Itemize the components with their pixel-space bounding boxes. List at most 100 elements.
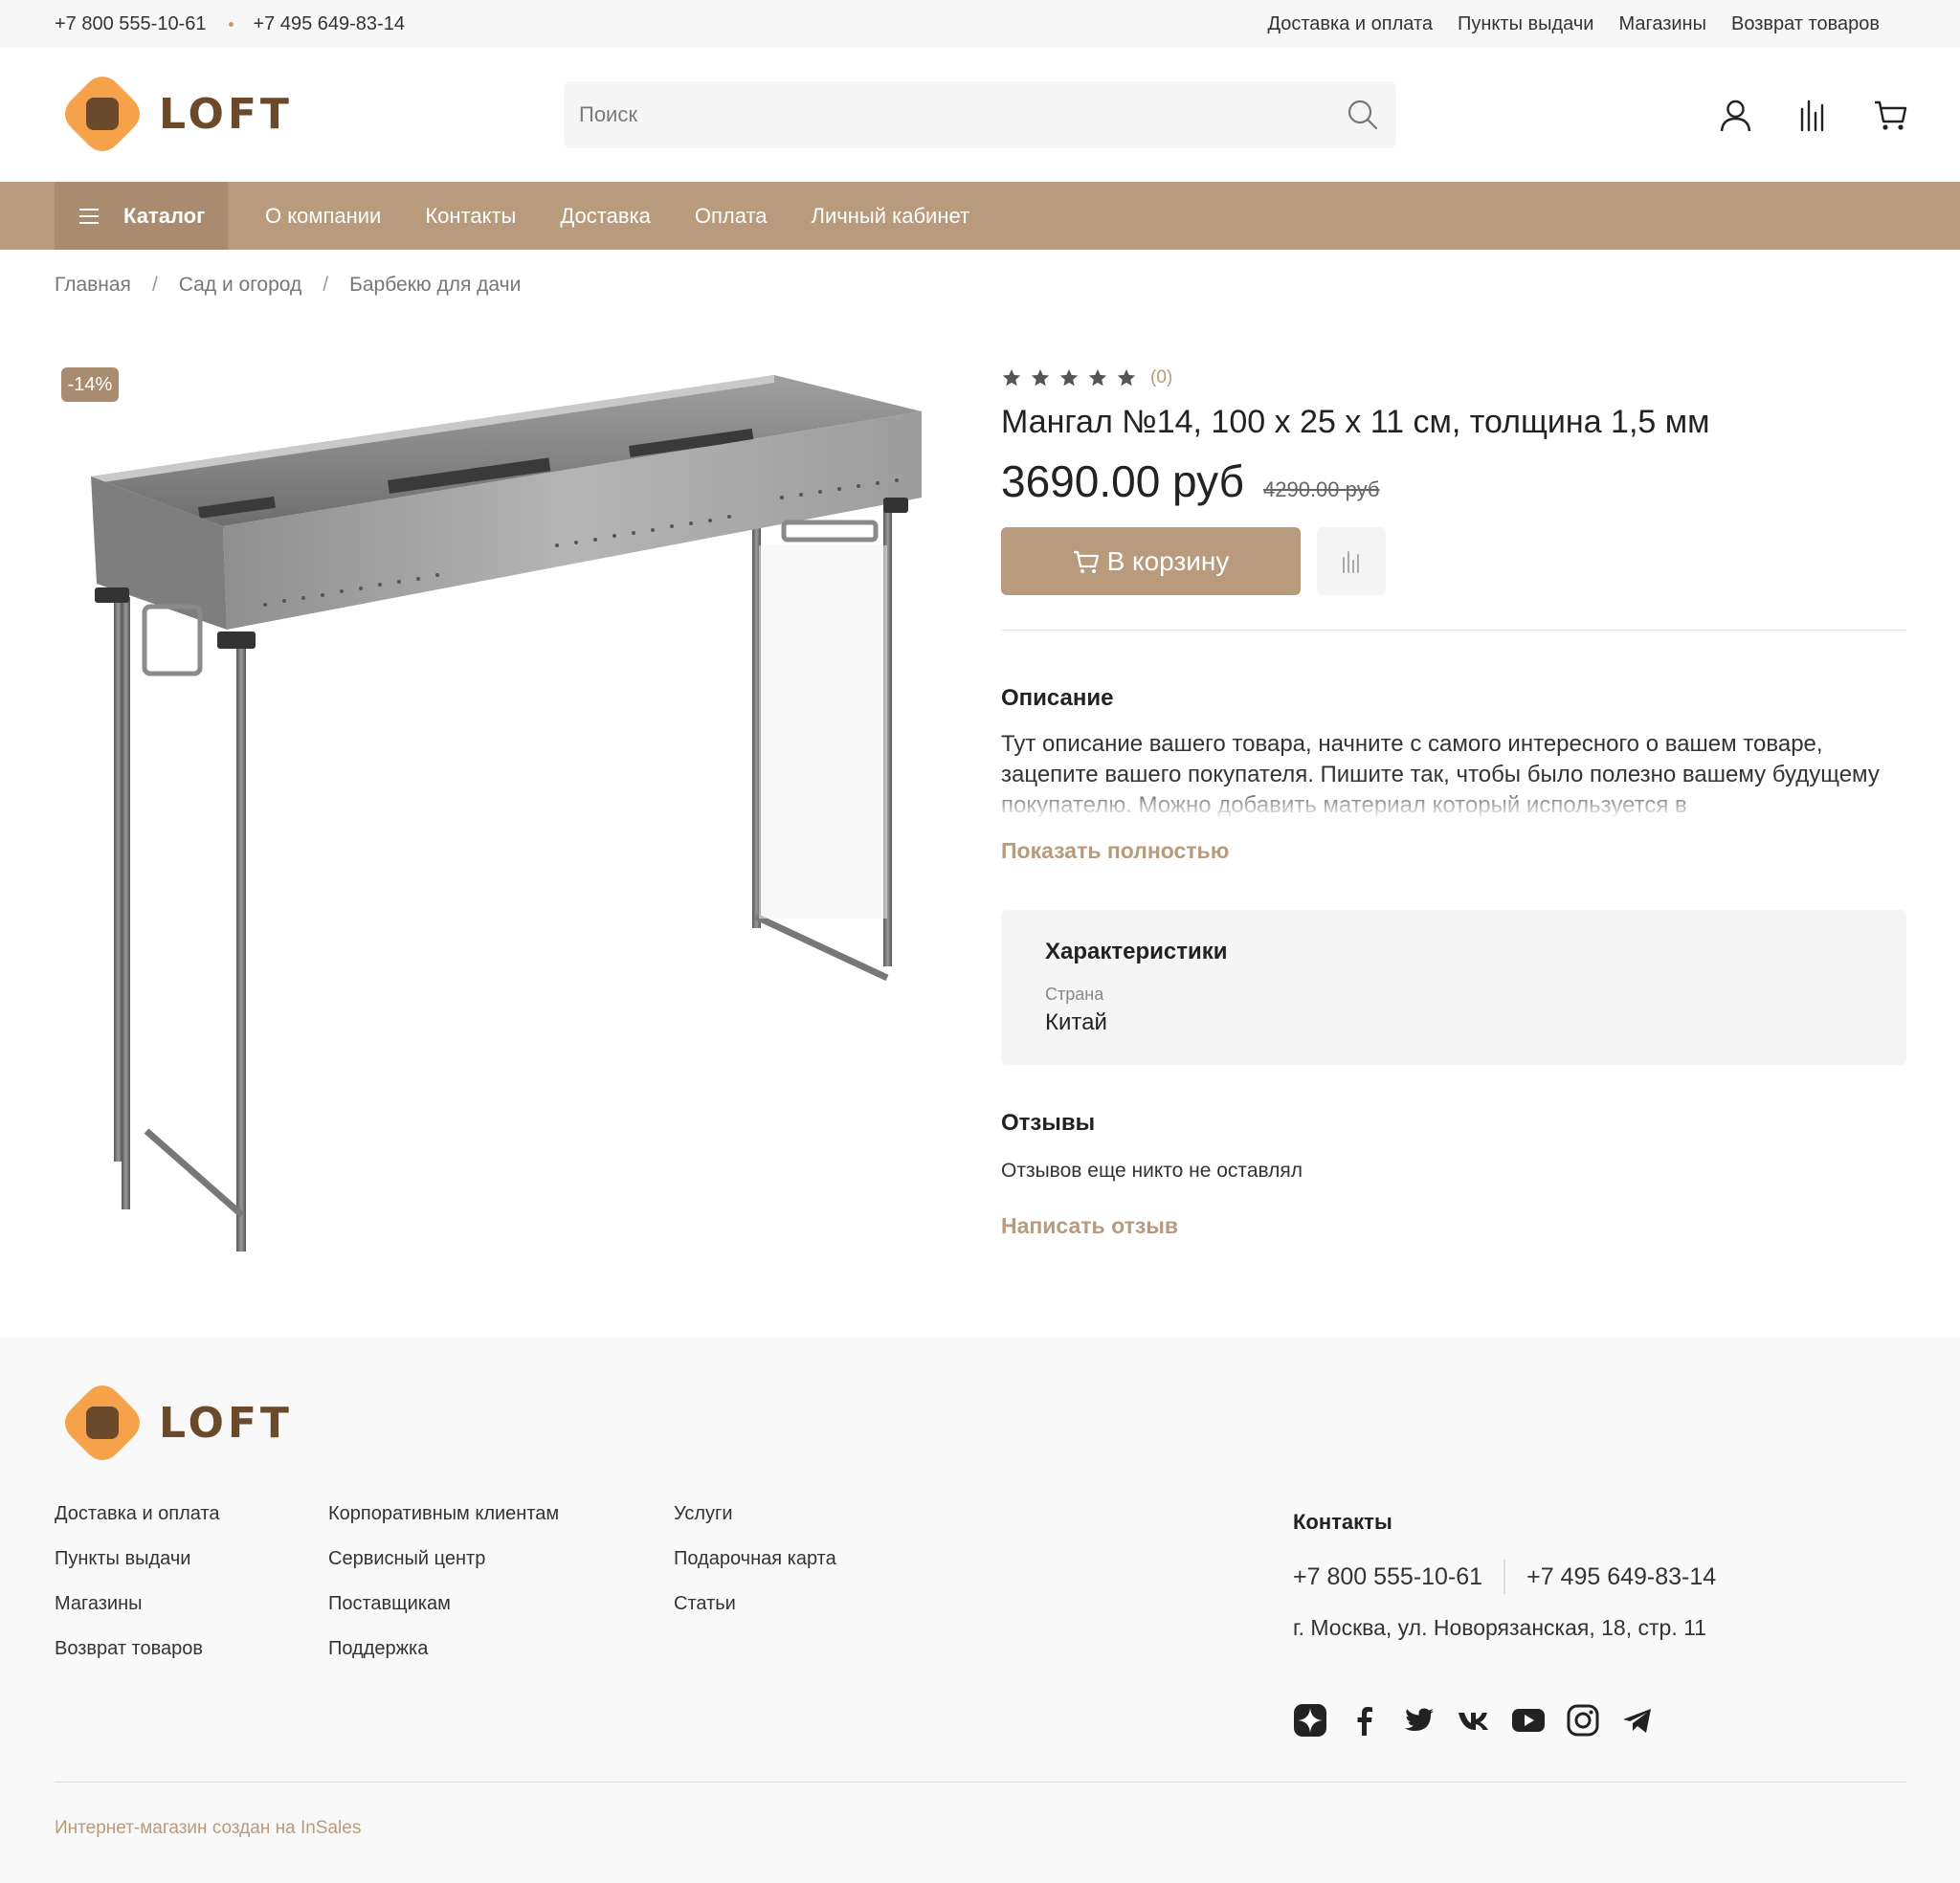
footer-phone-1[interactable]: +7 800 555-10-61 [1293,1563,1482,1591]
breadcrumb: Главная / Сад и огород / Барбекю для дач… [55,274,521,297]
breadcrumb-separator: / [151,274,158,296]
footer-link[interactable]: Корпоративным клиентам [328,1502,559,1525]
header-icons [1718,98,1908,133]
logo-icon [65,77,140,151]
top-link-stores[interactable]: Магазины [1618,13,1706,35]
user-icon[interactable] [1718,98,1753,133]
cart-icon[interactable] [1873,98,1908,133]
footer-link[interactable]: Сервисный центр [328,1547,559,1570]
star-icon [1002,368,1021,387]
compare-icon[interactable] [1795,98,1831,133]
current-price: 3690.00 руб [1001,456,1244,506]
reviews-count[interactable]: (0) [1150,367,1172,388]
header-logo[interactable]: LOFT [63,75,293,153]
footer-divider [55,1782,1906,1783]
top-link-pickup[interactable]: Пункты выдачи [1458,13,1593,35]
footer-link[interactable]: Подарочная карта [674,1547,836,1570]
search-input[interactable] [564,81,1329,148]
product-title: Мангал №14, 100 х 25 х 11 см, толщина 1,… [1001,404,1710,440]
footer-link[interactable]: Пункты выдачи [55,1547,220,1570]
logo-text: LOFT [159,1398,293,1448]
product-image[interactable] [55,354,954,1292]
breadcrumb-home[interactable]: Главная [55,274,131,297]
characteristics-card: Характеристики Страна Китай [1001,910,1906,1065]
discount-badge: -14% [61,367,119,402]
footer-link[interactable]: Магазины [55,1592,220,1615]
description-title: Описание [1001,685,1114,711]
top-bar: +7 800 555-10-61 +7 495 649-83-14 Достав… [0,0,1960,48]
footer-col-3: Услуги Подарочная карта Статьи [674,1502,836,1615]
characteristic-value: Китай [1045,1009,1107,1035]
characteristics-title: Характеристики [1045,939,1228,964]
footer-address: г. Москва, ул. Новорязанская, 18, стр. 1… [1293,1615,1706,1640]
catalog-label: Каталог [123,203,206,228]
nav-item-delivery[interactable]: Доставка [560,204,650,229]
twitter-icon[interactable] [1402,1703,1437,1738]
nav-items: О компании Контакты Доставка Оплата Личн… [265,182,969,250]
nav-item-about[interactable]: О компании [265,204,381,229]
menu-icon [79,208,99,224]
phone-divider [1503,1560,1506,1594]
footer-link[interactable]: Доставка и оплата [55,1502,220,1525]
rating-stars[interactable]: (0) [1001,367,1172,388]
footer-col-2: Корпоративным клиентам Сервисный центр П… [328,1502,559,1660]
nav-item-payment[interactable]: Оплата [695,204,768,229]
breadcrumb-current: Барбекю для дачи [349,274,522,296]
footer-link[interactable]: Возврат товаров [55,1637,220,1660]
footer-phones: +7 800 555-10-61 +7 495 649-83-14 [1293,1560,1716,1594]
phone-separator-dot [229,21,234,27]
add-to-cart-button[interactable]: В корзину [1001,527,1301,595]
insales-credit-link[interactable]: Интернет-магазин создан на InSales [55,1818,361,1839]
nav-item-account[interactable]: Личный кабинет [812,204,970,229]
star-icon [1117,368,1136,387]
breadcrumb-garden[interactable]: Сад и огород [179,274,301,297]
footer-link[interactable]: Статьи [674,1592,836,1615]
divider [1001,630,1906,631]
search-icon[interactable] [1347,99,1379,131]
top-phone-1[interactable]: +7 800 555-10-61 [55,13,206,35]
search-box [564,81,1396,148]
characteristic-label: Страна [1045,985,1104,1004]
nav-item-contacts[interactable]: Контакты [425,204,516,229]
social-links [1293,1703,1655,1738]
footer-contacts: Контакты [1293,1510,1392,1535]
old-price: 4290.00 руб [1263,477,1380,501]
compare-button[interactable] [1317,527,1386,595]
compare-icon [1343,550,1359,573]
facebook-icon[interactable] [1348,1703,1382,1738]
telegram-icon[interactable] [1620,1703,1655,1738]
cart-icon [1073,550,1099,573]
footer-link[interactable]: Поставщикам [328,1592,559,1615]
instagram-icon[interactable] [1566,1703,1600,1738]
main-nav: Каталог О компании Контакты Доставка Опл… [0,182,1960,250]
write-review-link[interactable]: Написать отзыв [1001,1213,1178,1239]
yandex-zen-icon[interactable] [1293,1703,1327,1738]
description-fade [1001,785,1906,819]
logo-text: LOFT [159,89,293,139]
reviews-title: Отзывы [1001,1110,1096,1136]
price-block: 3690.00 руб 4290.00 руб [1001,455,1379,507]
contacts-title: Контакты [1293,1510,1392,1534]
top-links: Доставка и оплата Пункты выдачи Магазины… [1267,0,1880,48]
footer-col-1: Доставка и оплата Пункты выдачи Магазины… [55,1502,220,1660]
star-icon [1031,368,1050,387]
header: LOFT [0,48,1960,182]
show-more-link[interactable]: Показать полностью [1001,838,1229,864]
vk-icon[interactable] [1457,1703,1491,1738]
top-phones: +7 800 555-10-61 +7 495 649-83-14 [55,0,405,48]
breadcrumb-separator: / [323,274,329,296]
top-phone-2[interactable]: +7 495 649-83-14 [253,13,404,35]
footer-link[interactable]: Услуги [674,1502,836,1525]
logo-icon [65,1385,140,1460]
footer-phone-2[interactable]: +7 495 649-83-14 [1526,1563,1716,1591]
catalog-button[interactable]: Каталог [55,182,228,250]
footer-logo[interactable]: LOFT [63,1384,293,1462]
star-icon [1088,368,1107,387]
youtube-icon[interactable] [1511,1703,1546,1738]
reviews-empty-text: Отзывов еще никто не оставлял [1001,1160,1303,1182]
footer-link[interactable]: Поддержка [328,1637,559,1660]
top-link-delivery[interactable]: Доставка и оплата [1267,13,1433,35]
add-to-cart-label: В корзину [1106,545,1230,576]
top-link-returns[interactable]: Возврат товаров [1731,13,1880,35]
footer: LOFT Доставка и оплата Пункты выдачи Маг… [0,1338,1960,1883]
